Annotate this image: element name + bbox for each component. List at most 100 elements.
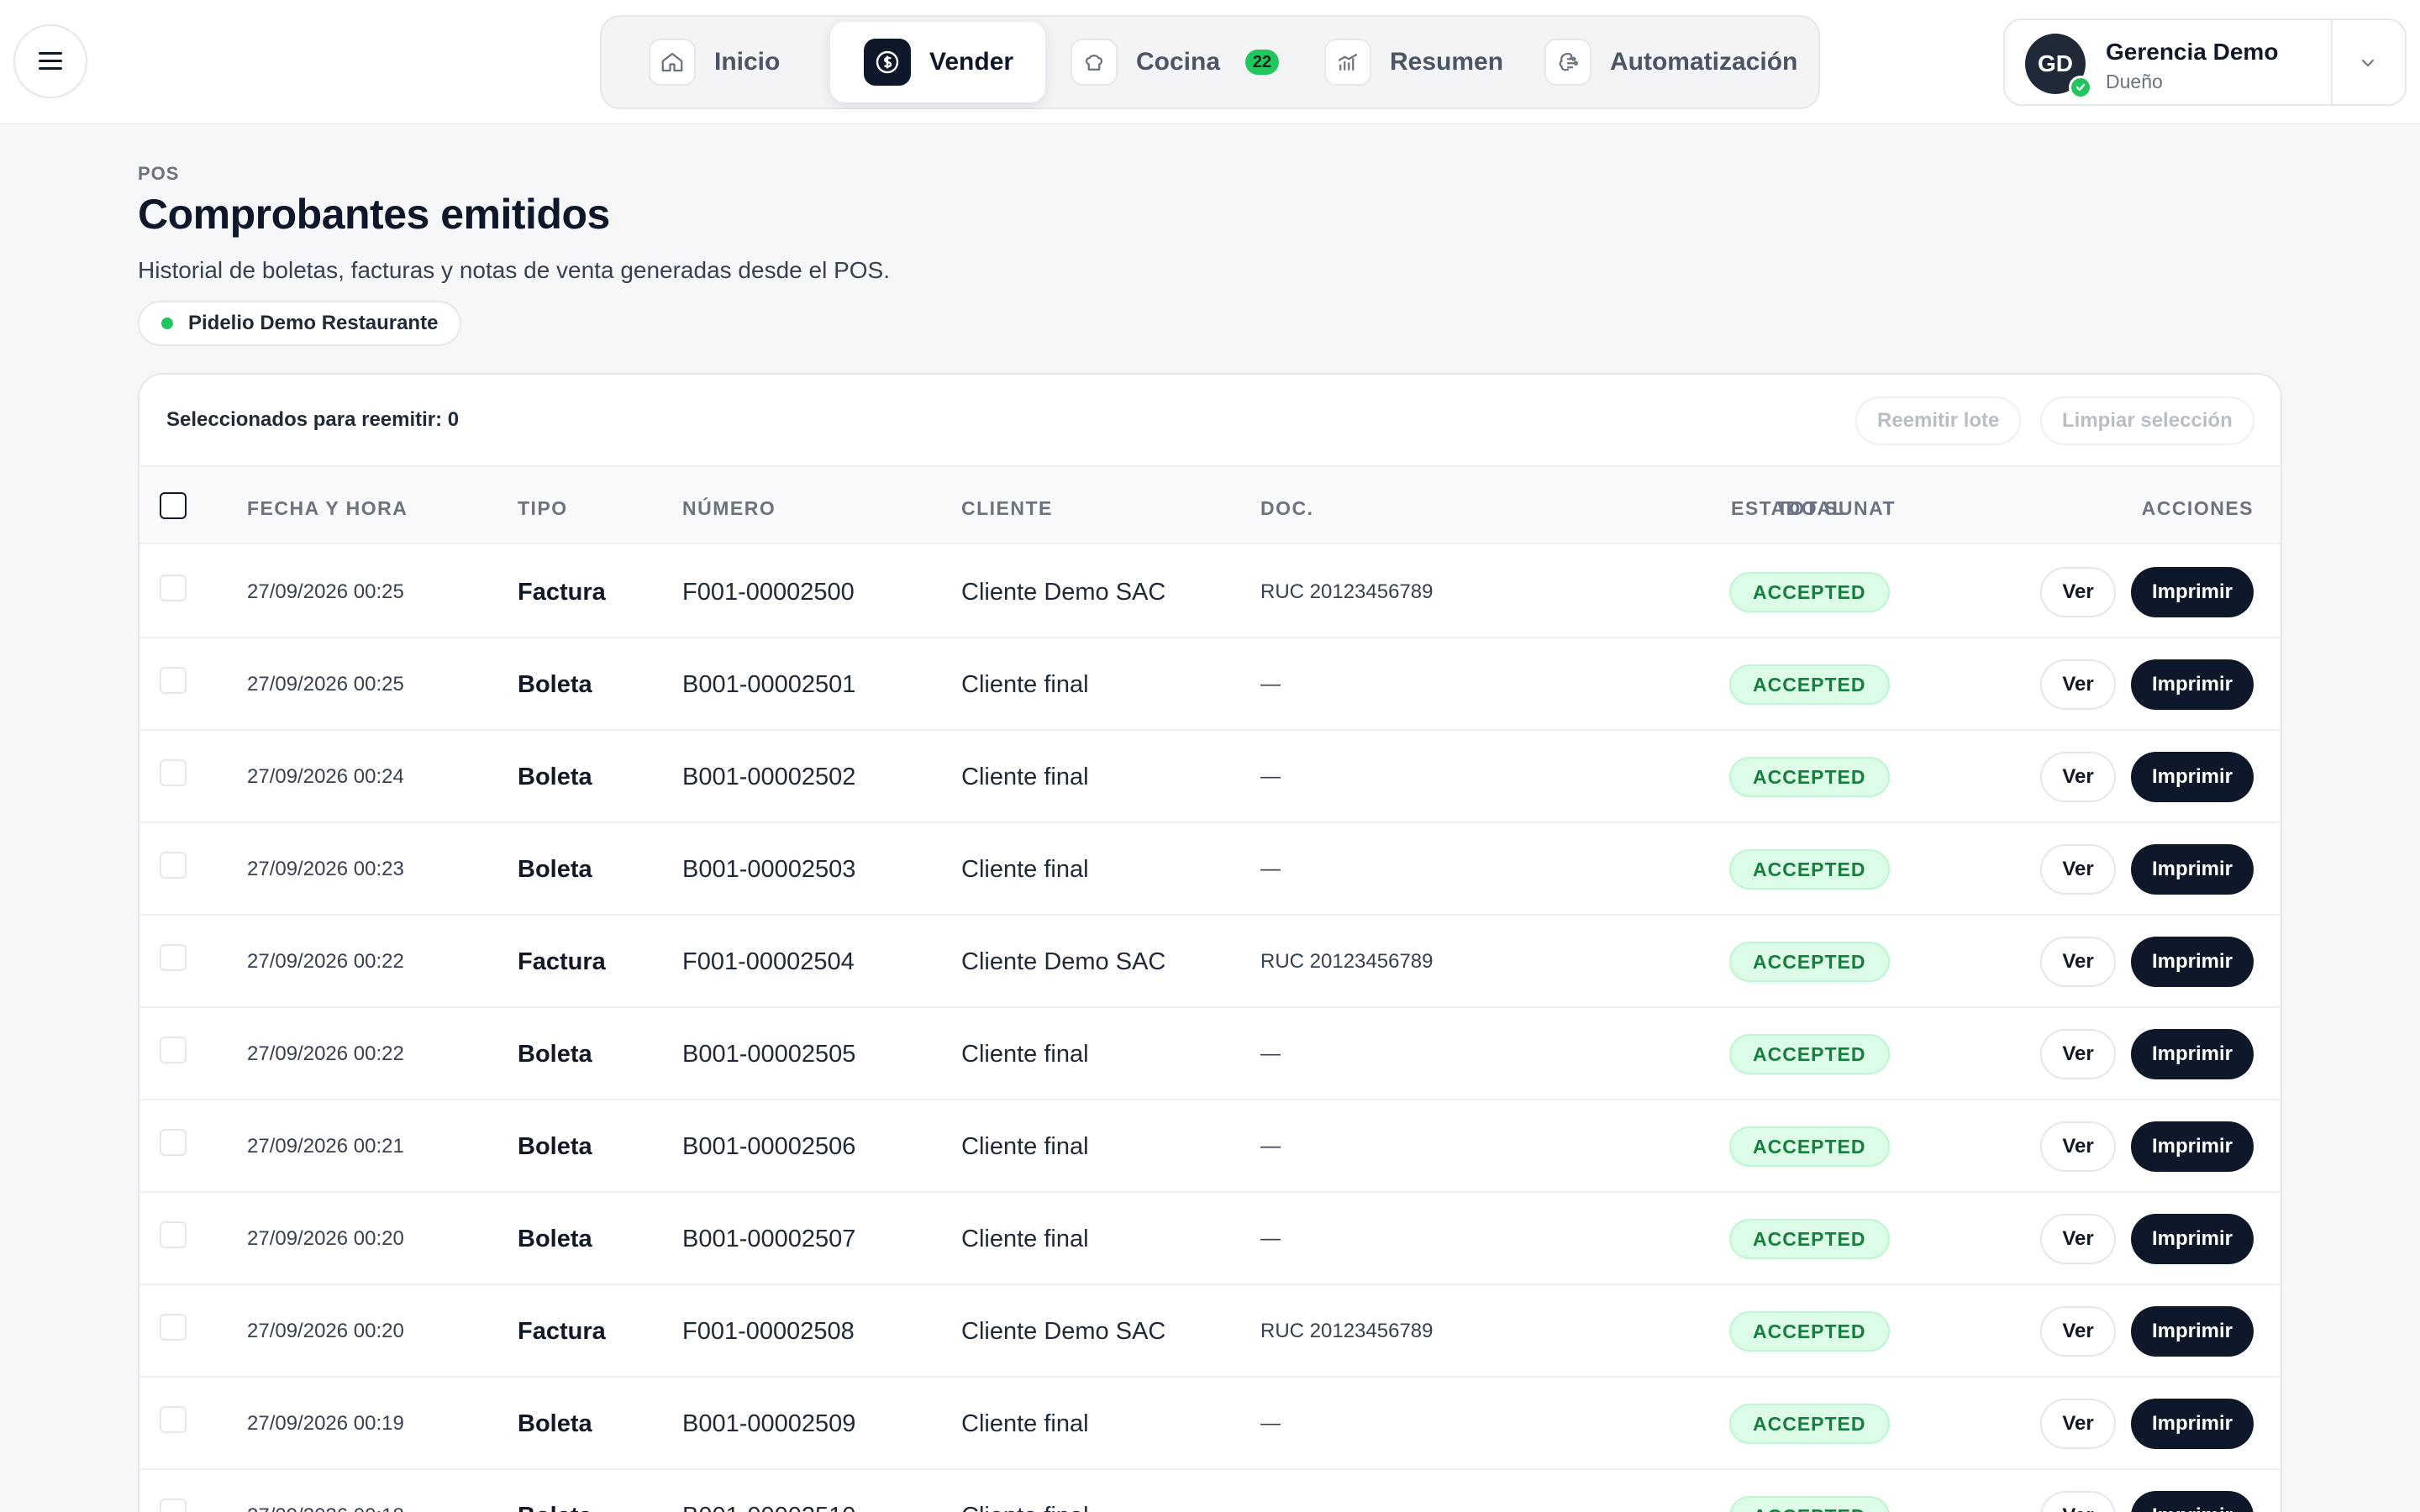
table-row[interactable]: 27/09/2026 00:25 Boleta B001-00002501 Clien… bbox=[139, 638, 2281, 731]
print-button[interactable]: Imprimir bbox=[2131, 937, 2254, 987]
row-checkbox[interactable] bbox=[160, 1406, 187, 1433]
view-button[interactable]: Ver bbox=[2040, 659, 2116, 710]
view-button[interactable]: Ver bbox=[2040, 1399, 2116, 1449]
cell-tipo: Boleta bbox=[518, 1132, 592, 1160]
row-checkbox[interactable] bbox=[160, 1221, 187, 1248]
col-numero[interactable]: NÚMERO bbox=[682, 497, 776, 520]
cell-estado: ACCEPTED bbox=[1729, 546, 1890, 638]
row-checkbox[interactable] bbox=[160, 852, 187, 879]
status-badge: ACCEPTED bbox=[1729, 572, 1890, 612]
table-row[interactable]: 27/09/2026 00:23 Boleta B001-00002503 Clien… bbox=[139, 823, 2281, 916]
cell-tipo: Boleta bbox=[518, 1470, 592, 1512]
divider bbox=[2331, 20, 2333, 104]
print-button[interactable]: Imprimir bbox=[2131, 659, 2254, 710]
tab-inicio[interactable]: Inicio bbox=[649, 22, 817, 102]
row-checkbox[interactable] bbox=[160, 944, 187, 971]
clear-selection-button[interactable]: Limpiar selección bbox=[2040, 396, 2254, 445]
tab-cocina[interactable]: Cocina 22 bbox=[1071, 22, 1289, 102]
row-checkbox[interactable] bbox=[160, 1499, 187, 1512]
chef-hat-icon bbox=[1071, 39, 1118, 86]
print-button[interactable]: Imprimir bbox=[2131, 1491, 2254, 1512]
col-tipo[interactable]: TIPO bbox=[518, 497, 568, 520]
cell-doc: — bbox=[1260, 858, 1281, 880]
cell-fecha: 27/09/2026 00:21 bbox=[247, 1135, 404, 1158]
main-nav: Inicio Vender Cocina 22 Resumen Automati… bbox=[600, 15, 1820, 109]
print-button[interactable]: Imprimir bbox=[2131, 567, 2254, 617]
cell-tipo: Boleta bbox=[518, 670, 592, 698]
row-checkbox[interactable] bbox=[160, 759, 187, 786]
col-cliente[interactable]: CLIENTE bbox=[961, 497, 1053, 520]
row-checkbox[interactable] bbox=[160, 1314, 187, 1341]
table-row[interactable]: 27/09/2026 00:18 Boleta B001-00002510 Clien… bbox=[139, 1470, 2281, 1512]
menu-button[interactable] bbox=[13, 24, 87, 98]
cell-estado: ACCEPTED bbox=[1729, 1378, 1890, 1470]
print-button[interactable]: Imprimir bbox=[2131, 1029, 2254, 1079]
view-button[interactable]: Ver bbox=[2040, 1214, 2116, 1264]
cell-tipo: Boleta bbox=[518, 1410, 592, 1437]
view-button[interactable]: Ver bbox=[2040, 752, 2116, 802]
table-row[interactable]: 27/09/2026 00:20 Factura F001-00002508 Clie… bbox=[139, 1285, 2281, 1378]
cell-numero: F001-00002500 bbox=[682, 578, 855, 606]
view-button[interactable]: Ver bbox=[2040, 1121, 2116, 1172]
cell-estado: ACCEPTED bbox=[1729, 1100, 1890, 1193]
view-button[interactable]: Ver bbox=[2040, 1029, 2116, 1079]
view-button[interactable]: Ver bbox=[2040, 1491, 2116, 1512]
view-button[interactable]: Ver bbox=[2040, 567, 2116, 617]
user-menu[interactable]: GD Gerencia Demo Dueño bbox=[2003, 18, 2407, 106]
tab-inicio-label: Inicio bbox=[714, 48, 781, 76]
cell-tipo: Boleta bbox=[518, 763, 592, 790]
cell-numero: F001-00002504 bbox=[682, 948, 855, 975]
print-button[interactable]: Imprimir bbox=[2131, 752, 2254, 802]
top-bar: Inicio Vender Cocina 22 Resumen Automati… bbox=[0, 0, 2420, 124]
cell-doc: — bbox=[1260, 1470, 1281, 1512]
status-badge: ACCEPTED bbox=[1729, 849, 1890, 890]
table-row[interactable]: 27/09/2026 00:25 Factura F001-00002500 Clie… bbox=[139, 546, 2281, 638]
print-button[interactable]: Imprimir bbox=[2131, 1306, 2254, 1357]
cell-doc: — bbox=[1260, 673, 1281, 696]
view-button[interactable]: Ver bbox=[2040, 844, 2116, 895]
cell-fecha: 27/09/2026 00:23 bbox=[247, 858, 404, 880]
cell-estado: ACCEPTED bbox=[1729, 638, 1890, 731]
reissue-batch-button[interactable]: Reemitir lote bbox=[1855, 396, 2022, 445]
cell-numero: B001-00002507 bbox=[682, 1225, 856, 1252]
chevron-down-icon[interactable] bbox=[2351, 50, 2385, 76]
table-row[interactable]: 27/09/2026 00:24 Boleta B001-00002502 Clien… bbox=[139, 731, 2281, 823]
view-button[interactable]: Ver bbox=[2040, 937, 2116, 987]
store-chip[interactable]: Pidelio Demo Restaurante bbox=[138, 301, 462, 346]
dollar-circle-icon bbox=[864, 39, 911, 86]
col-estado[interactable]: ESTADO SUNAT bbox=[1731, 497, 1896, 520]
tab-automatizacion-label: Automatización bbox=[1610, 48, 1798, 76]
cell-cliente: Cliente Demo SAC bbox=[961, 578, 1166, 606]
cell-estado: ACCEPTED bbox=[1729, 1470, 1890, 1512]
tab-resumen[interactable]: Resumen bbox=[1324, 22, 1526, 102]
print-button[interactable]: Imprimir bbox=[2131, 844, 2254, 895]
col-fecha[interactable]: FECHA Y HORA bbox=[247, 497, 408, 520]
table-row[interactable]: 27/09/2026 00:19 Boleta B001-00002509 Clien… bbox=[139, 1378, 2281, 1470]
table-row[interactable]: 27/09/2026 00:22 Factura F001-00002504 Clie… bbox=[139, 916, 2281, 1008]
row-checkbox[interactable] bbox=[160, 667, 187, 694]
cell-tipo: Boleta bbox=[518, 1040, 592, 1068]
tab-automatizacion[interactable]: Automatización bbox=[1544, 22, 1813, 102]
cell-estado: ACCEPTED bbox=[1729, 731, 1890, 823]
row-checkbox[interactable] bbox=[160, 575, 187, 601]
cell-fecha: 27/09/2026 00:24 bbox=[247, 765, 404, 788]
print-button[interactable]: Imprimir bbox=[2131, 1121, 2254, 1172]
table-row[interactable]: 27/09/2026 00:20 Boleta B001-00002507 Clien… bbox=[139, 1193, 2281, 1285]
cell-numero: B001-00002503 bbox=[682, 855, 856, 883]
select-all-checkbox[interactable] bbox=[160, 492, 187, 519]
col-acciones: ACCIONES bbox=[2141, 497, 2254, 519]
tab-vender[interactable]: Vender bbox=[830, 22, 1045, 102]
cell-numero: B001-00002505 bbox=[682, 1040, 856, 1068]
row-checkbox[interactable] bbox=[160, 1037, 187, 1063]
cell-tipo: Factura bbox=[518, 1317, 606, 1345]
row-checkbox[interactable] bbox=[160, 1129, 187, 1156]
cell-doc: RUC 20123456789 bbox=[1260, 1320, 1434, 1342]
view-button[interactable]: Ver bbox=[2040, 1306, 2116, 1357]
print-button[interactable]: Imprimir bbox=[2131, 1214, 2254, 1264]
home-icon bbox=[649, 39, 696, 86]
print-button[interactable]: Imprimir bbox=[2131, 1399, 2254, 1449]
col-doc[interactable]: DOC. bbox=[1260, 497, 1314, 520]
table-row[interactable]: 27/09/2026 00:21 Boleta B001-00002506 Clien… bbox=[139, 1100, 2281, 1193]
table-row[interactable]: 27/09/2026 00:22 Boleta B001-00002505 Clien… bbox=[139, 1008, 2281, 1100]
tab-vender-label: Vender bbox=[929, 48, 1014, 76]
